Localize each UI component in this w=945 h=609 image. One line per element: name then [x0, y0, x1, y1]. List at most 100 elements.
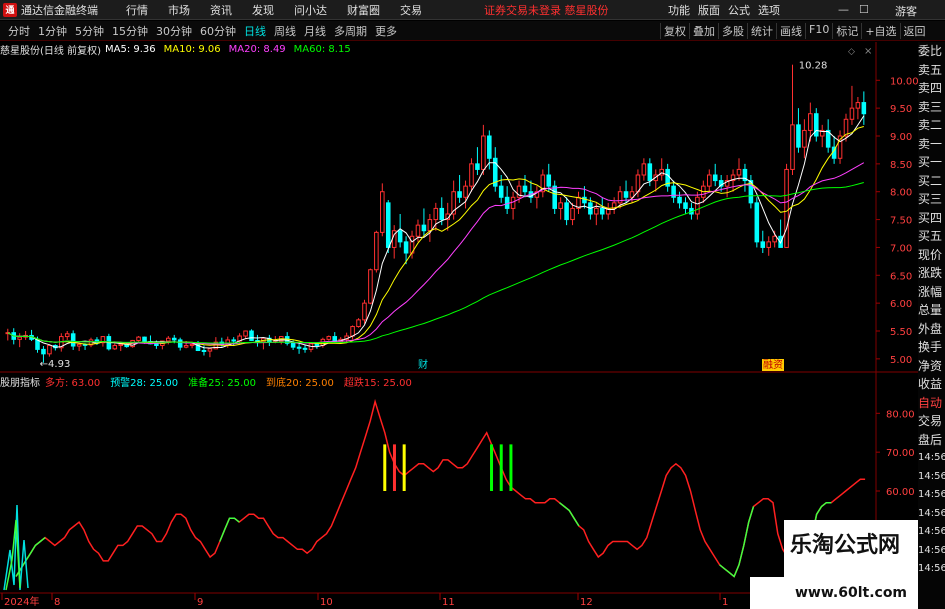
date-label-3: 10	[320, 597, 333, 608]
panel-label-5: 卖一	[918, 136, 943, 151]
panel-label-6: 买一	[918, 155, 943, 169]
ma-line-1	[7, 126, 864, 347]
signal-bar-4	[499, 444, 503, 491]
panel-label-2: 卖四	[918, 81, 943, 95]
panel-time-1: 14:56	[918, 470, 945, 482]
kline-chart[interactable]: 10.00 9.50 9.00 8.50 8.00 7.50 7.00 6.50 6.00 5.5…	[0, 0, 945, 609]
candle-body-94	[564, 202, 569, 221]
indicator-green-run-3	[719, 506, 755, 578]
candle-body-58	[350, 326, 355, 337]
candle-body-131	[784, 168, 789, 248]
price-tick-6: 7.00	[890, 243, 912, 254]
signal-bar-1	[392, 444, 396, 491]
panel-label-11: 现价	[918, 247, 943, 262]
candle-body-93	[558, 202, 563, 209]
candle-body-60	[362, 302, 367, 321]
candle-body-27	[166, 337, 171, 342]
candle-body-19	[118, 343, 124, 346]
watermark-title: 乐淘公式网	[790, 533, 901, 558]
candle-body-28	[171, 337, 177, 341]
settings-diamond-icon: ◇	[848, 47, 855, 57]
price-tick-10: 5.00	[890, 355, 912, 366]
candle-body-10	[64, 333, 70, 338]
ma-value-1: MA10: 9.06	[163, 44, 221, 55]
indicator-name: 股朋指标	[0, 377, 40, 389]
panel-bottom-2[interactable]: 盘后	[918, 431, 945, 450]
indicator-value-0: 多方: 63.00	[45, 377, 101, 389]
panel-bottom-0[interactable]: 自动	[918, 394, 945, 413]
quote-side-panel: 委比 卖五 卖四 卖三 卖二 卖一 买一 买二 买三 买四 买五 现价 涨跌 涨幅 总量 外盘 换手 净资 收益 自动…	[918, 42, 945, 609]
candle-body-107	[641, 163, 647, 176]
ind-tick-0: 80.00	[886, 409, 915, 420]
price-tick-5: 7.50	[890, 216, 912, 227]
candle-body-80	[481, 135, 486, 170]
panel-time-0: 14:56	[918, 452, 945, 463]
candle-body-38	[231, 339, 236, 342]
candle-body-104	[623, 191, 629, 198]
price-tick-1: 9.50	[890, 104, 912, 115]
candle-body-18	[112, 344, 118, 350]
panel-time-5: 14:56	[918, 544, 945, 556]
candle-body-136	[813, 113, 819, 137]
panel-label-3: 卖三	[918, 99, 943, 114]
candle-body-54	[326, 336, 332, 340]
ma-legend: 慈星股份(日线 前复权) MA5: 9.36 MA10: 9.06 MA20: 8.…	[0, 43, 359, 57]
candle-body-30	[183, 344, 189, 348]
signal-bar-0	[383, 444, 387, 491]
candle-body-22	[136, 336, 141, 341]
candle-body-100	[599, 207, 605, 215]
date-label-0: 2024年	[4, 595, 39, 608]
candle-body-69	[415, 224, 421, 237]
candle-body-73	[439, 207, 445, 221]
panel-bottom-1[interactable]: 交易	[918, 412, 945, 431]
ma-values: MA5: 9.36 MA10: 9.06 MA20: 8.49 MA60: 8.15	[105, 44, 355, 55]
panel-label-10: 买五	[918, 229, 943, 243]
candle-body-123	[736, 168, 742, 176]
candle-body-41	[249, 330, 254, 341]
candle-body-99	[594, 207, 599, 215]
ma-value-0: MA5: 9.36	[104, 44, 156, 55]
candle-body-23	[142, 336, 147, 343]
candle-body-2	[17, 336, 22, 340]
indicator-green-run-2	[559, 502, 580, 527]
candle-body-113	[677, 196, 682, 204]
high-price-label: 10.28	[799, 61, 828, 72]
candle-body-34	[207, 348, 213, 352]
panel-label-7: 买二	[918, 173, 943, 188]
candle-body-71	[427, 219, 433, 232]
price-tick-9: 5.50	[890, 327, 912, 338]
price-tick-0: 10.00	[890, 76, 919, 87]
candle-body-143	[855, 102, 861, 109]
panel-label-13: 涨幅	[918, 284, 943, 299]
indicator-green-run-1	[219, 517, 240, 542]
candle-body-116	[695, 196, 700, 215]
candle-body-33	[201, 350, 207, 352]
candle-body-29	[177, 339, 183, 348]
candle-body-64	[385, 202, 391, 248]
indicator-value-3: 到底20: 25.00	[266, 377, 334, 389]
candle-body-62	[374, 231, 379, 271]
panel-label-14: 总量	[918, 303, 943, 317]
panel-label-16: 换手	[918, 340, 943, 354]
candle-body-92	[552, 185, 557, 209]
candle-body-49	[296, 346, 302, 349]
candle-body-76	[457, 191, 462, 198]
candle-body-126	[754, 202, 760, 243]
panel-label-4: 卖二	[918, 118, 943, 132]
candle-body-72	[433, 207, 439, 221]
candle-body-78	[469, 163, 474, 187]
candle-body-106	[635, 174, 641, 193]
candle-body-52	[314, 343, 320, 346]
indicator-values: 多方: 63.00 预警28: 25.00 准备25: 25.00 到底20: 25.…	[45, 374, 417, 389]
panel-label-8: 买三	[918, 192, 943, 206]
candle-body-50	[302, 347, 308, 350]
candle-body-11	[70, 333, 76, 347]
candle-body-128	[766, 241, 772, 248]
candle-body-144	[861, 102, 867, 115]
ind-tick-2: 60.00	[886, 487, 915, 498]
ma-value-2: MA20: 8.49	[228, 44, 286, 55]
ma-value-3: MA60: 8.15	[293, 44, 351, 55]
panel-time-2: 14:56	[918, 489, 945, 500]
price-tick-2: 9.00	[890, 132, 912, 143]
date-label-5: 12	[580, 597, 593, 608]
